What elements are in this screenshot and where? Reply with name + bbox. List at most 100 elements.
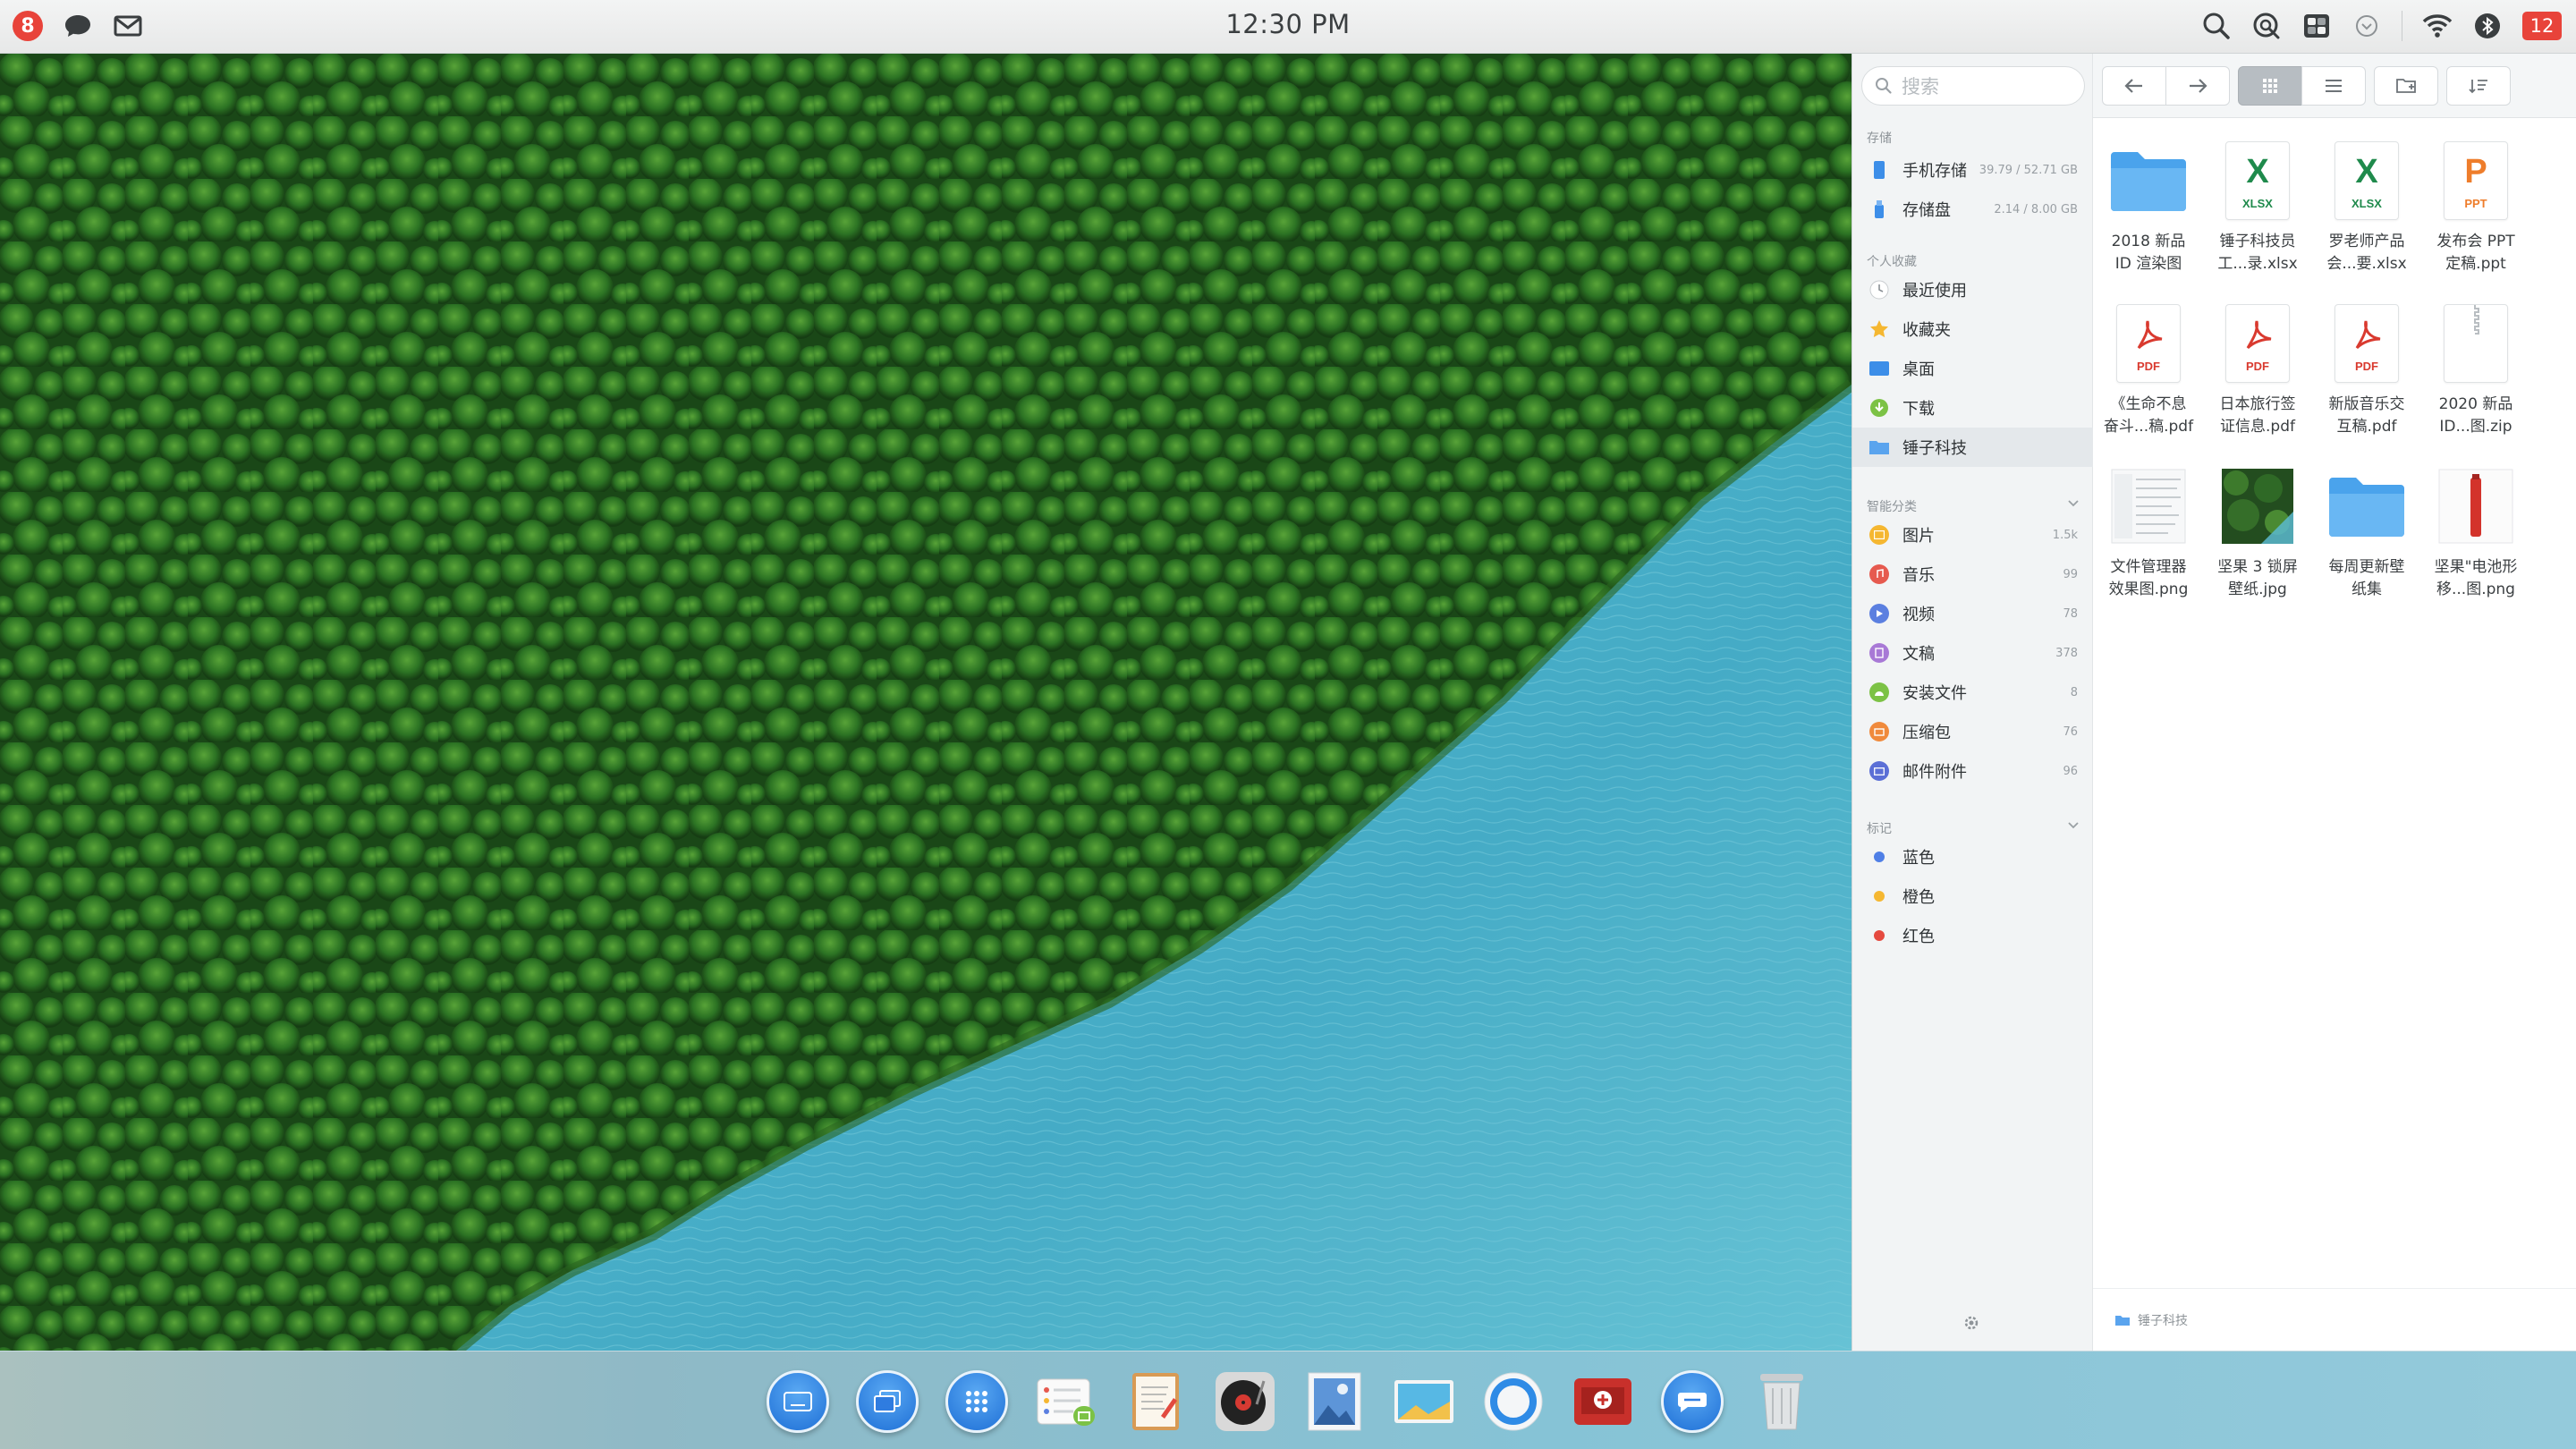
keyboard-icon[interactable] bbox=[766, 1369, 830, 1434]
file-item[interactable]: 文件管理器 效果图.png bbox=[2095, 462, 2202, 601]
item-count: 1.5k bbox=[2052, 528, 2078, 542]
mail-app-icon[interactable] bbox=[1571, 1369, 1635, 1434]
image-thumbnail bbox=[2422, 462, 2529, 551]
file-manager-sidebar: 搜索 存储 手机存储 39.79 / 52.71 GB 存储盘 2.14 / 8… bbox=[1852, 54, 2094, 1351]
grid-view-icon bbox=[2263, 79, 2277, 93]
file-item[interactable]: 2018 新品 ID 渲染图 bbox=[2095, 136, 2202, 275]
sidebar-item-images[interactable]: 图片 1.5k bbox=[1852, 515, 2094, 555]
file-item[interactable]: X XLSX 罗老师产品 会...要.xlsx bbox=[2313, 136, 2420, 275]
file-item[interactable]: X XLSX 锤子科技员 工...录.xlsx bbox=[2204, 136, 2311, 275]
photo-app-icon[interactable] bbox=[1302, 1369, 1367, 1434]
sort-button[interactable] bbox=[2446, 66, 2511, 106]
control-center-icon[interactable] bbox=[2301, 11, 2332, 41]
list-view-button[interactable] bbox=[2301, 66, 2366, 106]
forward-button[interactable] bbox=[2165, 66, 2230, 106]
search-input[interactable]: 搜索 bbox=[1861, 66, 2085, 106]
global-search-icon[interactable] bbox=[2251, 11, 2282, 41]
tag-dot-icon bbox=[1874, 852, 1885, 862]
chevron-down-icon[interactable] bbox=[2351, 11, 2382, 41]
divider bbox=[2093, 1288, 2576, 1289]
item-count: 76 bbox=[2063, 724, 2078, 739]
sidebar-item-smartisan[interactable]: 锤子科技 bbox=[1852, 428, 2094, 467]
file-item[interactable]: 坚果"电池形 移...图.png bbox=[2422, 462, 2529, 601]
sidebar-item-music[interactable]: 音乐 99 bbox=[1852, 555, 2094, 594]
app-grid-icon[interactable] bbox=[945, 1369, 1009, 1434]
clock-icon bbox=[1868, 279, 1890, 301]
search-icon[interactable] bbox=[2201, 11, 2232, 41]
chevron-down-icon[interactable] bbox=[2067, 499, 2080, 508]
section-tags: 标记 bbox=[1867, 819, 2080, 837]
path-indicator: 锤子科技 bbox=[2114, 1311, 2188, 1329]
tag-dot-icon bbox=[1874, 930, 1885, 941]
file-item[interactable]: P PPT 发布会 PPT 定稿.ppt bbox=[2422, 136, 2529, 275]
sidebar-item-label: 文稿 bbox=[1902, 645, 1935, 664]
file-name: 每周更新壁 纸集 bbox=[2313, 556, 2420, 601]
gear-icon[interactable] bbox=[1962, 1313, 1981, 1333]
sidebar-item-label: 收藏夹 bbox=[1902, 321, 1951, 340]
file-item[interactable]: PDF 新版音乐交 互稿.pdf bbox=[2313, 299, 2420, 438]
sidebar-item-tag-orange[interactable]: 橙色 bbox=[1852, 877, 2094, 916]
settings-app-icon[interactable] bbox=[1034, 1369, 1098, 1434]
file-item[interactable]: 2020 新品 ID...图.zip bbox=[2422, 299, 2529, 438]
file-name: 坚果"电池形 移...图.png bbox=[2422, 556, 2529, 601]
file-name-line: 坚果"电池形 bbox=[2434, 558, 2518, 576]
android-icon bbox=[1869, 682, 1889, 702]
file-item[interactable]: PDF 《生命不息 奋斗...稿.pdf bbox=[2095, 299, 2202, 438]
file-item[interactable]: 每周更新壁 纸集 bbox=[2313, 462, 2420, 601]
gallery-app-icon[interactable] bbox=[1392, 1369, 1456, 1434]
item-count: 8 bbox=[2070, 685, 2078, 699]
sidebar-item-favorites[interactable]: 收藏夹 bbox=[1852, 309, 2094, 349]
windows-icon[interactable] bbox=[855, 1369, 919, 1434]
sort-icon bbox=[2469, 80, 2487, 94]
sidebar-item-installers[interactable]: 安装文件 8 bbox=[1852, 673, 2094, 712]
pdf-file-icon: PDF bbox=[2313, 299, 2420, 388]
sidebar-item-tag-blue[interactable]: 蓝色 bbox=[1852, 837, 2094, 877]
sidebar-item-recent[interactable]: 最近使用 bbox=[1852, 270, 2094, 309]
arrow-right-icon bbox=[2190, 79, 2207, 93]
sidebar-item-mail-attachments[interactable]: 邮件附件 96 bbox=[1852, 751, 2094, 791]
file-name-line: 会...要.xlsx bbox=[2326, 255, 2407, 273]
phone-icon bbox=[1868, 159, 1890, 181]
sidebar-item-videos[interactable]: 视频 78 bbox=[1852, 594, 2094, 633]
file-name-line: 2020 新品 bbox=[2438, 395, 2513, 413]
item-count: 78 bbox=[2063, 606, 2078, 621]
file-toolbar bbox=[2093, 54, 2576, 118]
excel-file-icon: X XLSX bbox=[2313, 136, 2420, 225]
clock: 12:30 PM bbox=[1225, 9, 1351, 39]
file-name: 《生命不息 奋斗...稿.pdf bbox=[2095, 394, 2202, 438]
sidebar-item-tag-red[interactable]: 红色 bbox=[1852, 916, 2094, 955]
section-title: 标记 bbox=[1867, 822, 1892, 836]
unread-count-badge[interactable]: 12 bbox=[2522, 12, 2562, 40]
bluetooth-icon[interactable] bbox=[2472, 11, 2503, 41]
file-name: 锤子科技员 工...录.xlsx bbox=[2204, 231, 2311, 275]
folder-icon bbox=[2095, 136, 2202, 225]
archive-icon bbox=[1869, 722, 1889, 741]
sidebar-item-storage-disk[interactable]: 存储盘 2.14 / 8.00 GB bbox=[1852, 190, 2094, 229]
sidebar-item-archives[interactable]: 压缩包 76 bbox=[1852, 712, 2094, 751]
file-name: 日本旅行签 证信息.pdf bbox=[2204, 394, 2311, 438]
new-folder-button[interactable] bbox=[2374, 66, 2438, 106]
sidebar-item-downloads[interactable]: 下载 bbox=[1852, 388, 2094, 428]
music-app-icon[interactable] bbox=[1213, 1369, 1277, 1434]
file-name: 新版音乐交 互稿.pdf bbox=[2313, 394, 2420, 438]
chevron-down-icon[interactable] bbox=[2067, 821, 2080, 830]
file-item[interactable]: PDF 日本旅行签 证信息.pdf bbox=[2204, 299, 2311, 438]
sidebar-item-label: 最近使用 bbox=[1902, 282, 1967, 301]
section-favorites: 个人收藏 bbox=[1867, 255, 1917, 269]
grid-view-button[interactable] bbox=[2238, 66, 2302, 106]
back-button[interactable] bbox=[2102, 66, 2166, 106]
sidebar-item-phone-storage[interactable]: 手机存储 39.79 / 52.71 GB bbox=[1852, 150, 2094, 190]
sidebar-item-desktop[interactable]: 桌面 bbox=[1852, 349, 2094, 388]
browser-app-icon[interactable] bbox=[1481, 1369, 1546, 1434]
trash-icon[interactable] bbox=[1750, 1369, 1814, 1434]
file-name-line: 《生命不息 bbox=[2110, 395, 2187, 413]
sidebar-item-label: 邮件附件 bbox=[1902, 763, 1967, 782]
messages-app-icon[interactable] bbox=[1660, 1369, 1724, 1434]
sidebar-item-label: 安装文件 bbox=[1902, 684, 1967, 703]
wifi-icon[interactable] bbox=[2422, 11, 2453, 41]
notes-app-icon[interactable] bbox=[1123, 1369, 1188, 1434]
sidebar-item-label: 橙色 bbox=[1902, 888, 1935, 907]
file-item[interactable]: 坚果 3 锁屏 壁纸.jpg bbox=[2204, 462, 2311, 601]
pdf-file-icon: PDF bbox=[2204, 299, 2311, 388]
sidebar-item-documents[interactable]: 文稿 378 bbox=[1852, 633, 2094, 673]
